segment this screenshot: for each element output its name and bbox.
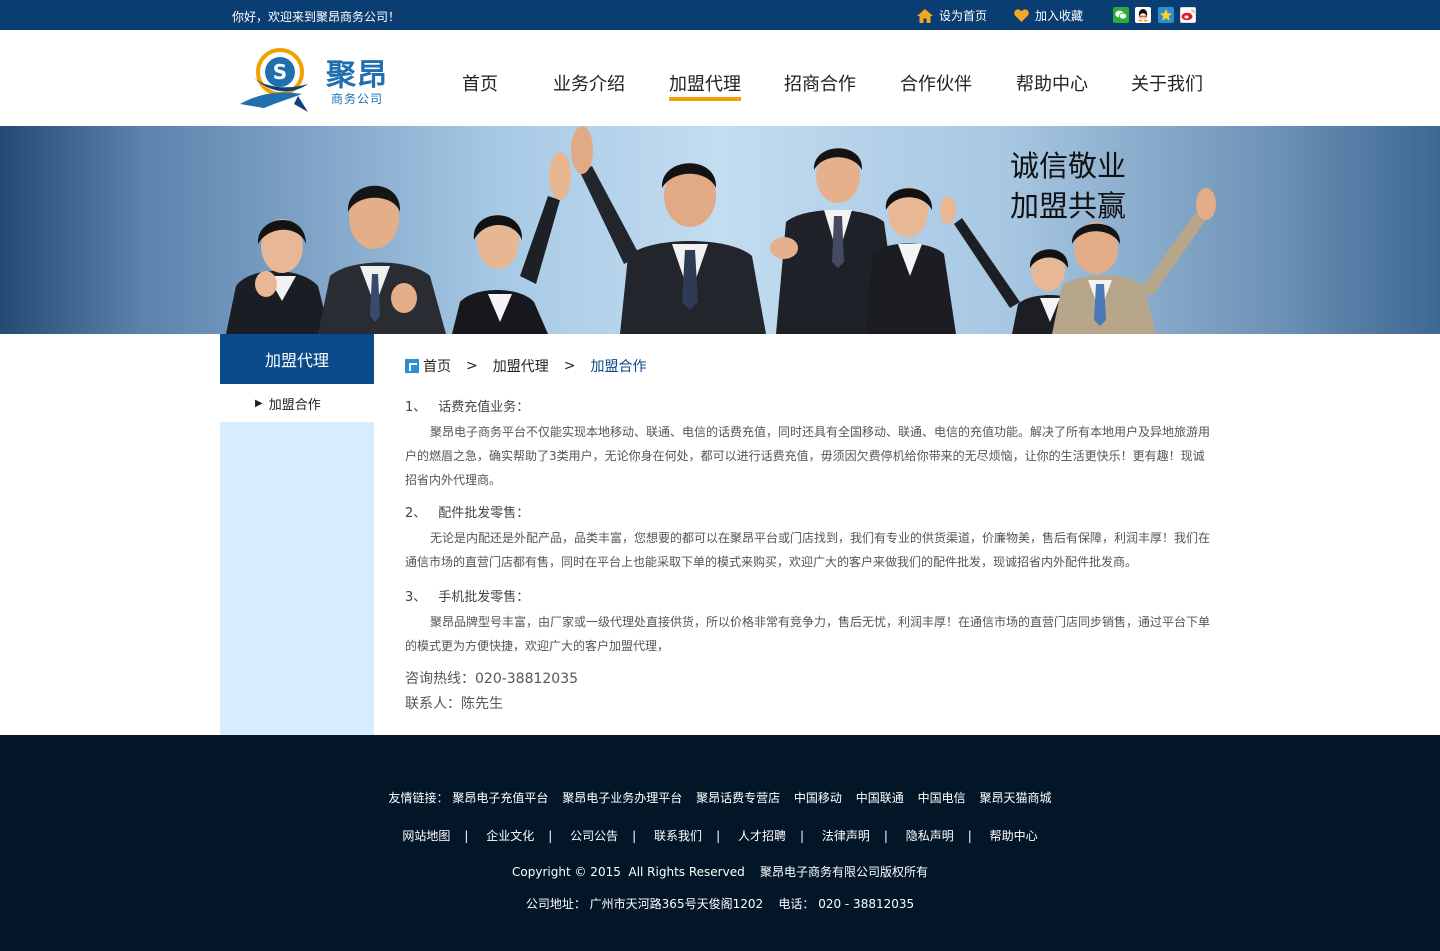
logo-brand-text: 聚昂	[326, 58, 388, 93]
nav-home[interactable]: 首页	[462, 70, 498, 96]
friend-link[interactable]: 聚昂天猫商城	[979, 789, 1051, 806]
qq-icon[interactable]	[1135, 7, 1151, 23]
breadcrumb-separator: >	[466, 358, 478, 374]
footer-link-announcements[interactable]: 公司公告	[570, 827, 618, 844]
set-home-label: 设为首页	[939, 9, 988, 23]
logo-emblem-icon: S	[240, 48, 308, 112]
site-links-row: 网站地图 | 企业文化 | 公司公告 | 联系我们 | 人才招聘 | 法律声明 | 隐私声明…	[0, 827, 1440, 844]
link-separator: |	[716, 829, 721, 843]
copyright-text: Copyright © 2015 All Rights Reserved 聚昂电…	[512, 865, 928, 879]
footer-link-sitemap[interactable]: 网站地图	[402, 827, 450, 844]
hero-banner: 诚信敬业 加盟共赢	[0, 126, 1440, 334]
link-separator: |	[464, 829, 469, 843]
section-number: 1、	[405, 400, 427, 415]
home-icon	[917, 8, 933, 23]
nav-investment[interactable]: 招商合作	[784, 70, 856, 96]
breadcrumb-home-icon	[405, 359, 419, 373]
sidebar-item-franchise-cooperation[interactable]: ▶ 加盟合作	[220, 384, 374, 422]
slogan-line-1: 诚信敬业	[1010, 149, 1127, 183]
hotline-text: 咨询热线：020-38812035	[405, 671, 579, 687]
add-favorite-link[interactable]: 加入收藏	[1014, 7, 1083, 24]
address-text: 公司地址： 广州市天河路365号天俊阁1202 电话： 020 - 388120…	[525, 897, 915, 911]
friend-link[interactable]: 中国移动	[794, 789, 842, 806]
friend-link[interactable]: 中国联通	[856, 789, 904, 806]
add-favorite-label: 加入收藏	[1035, 9, 1084, 23]
friend-link[interactable]: 聚昂电子业务办理平台	[562, 789, 682, 806]
link-separator: |	[548, 829, 553, 843]
left-sidebar: 加盟代理 ▶ 加盟合作	[220, 334, 374, 735]
section-number: 3、	[405, 590, 427, 605]
wechat-icon[interactable]	[1113, 7, 1129, 23]
link-separator: |	[883, 829, 888, 843]
friend-link[interactable]: 聚昂话费专营店	[696, 789, 780, 806]
set-home-link[interactable]: 设为首页	[917, 7, 987, 24]
footer-link-careers[interactable]: 人才招聘	[738, 827, 786, 844]
nav-about[interactable]: 关于我们	[1131, 70, 1203, 96]
breadcrumb-franchise[interactable]: 加盟代理	[493, 356, 549, 376]
breadcrumb-current: 加盟合作	[590, 359, 647, 375]
triangle-right-icon: ▶	[255, 397, 263, 409]
footer-link-privacy[interactable]: 隐私声明	[906, 827, 954, 844]
breadcrumb-separator: >	[563, 358, 576, 374]
business-team-illustration	[226, 126, 1216, 334]
nav-franchise[interactable]: 加盟代理	[669, 70, 741, 101]
company-logo[interactable]: S 聚昂 商务公司	[238, 46, 408, 116]
link-separator: |	[632, 829, 637, 843]
nav-business[interactable]: 业务介绍	[553, 70, 625, 96]
logo-sub-text: 商务公司	[331, 92, 384, 106]
slogan-line-2: 加盟共赢	[1010, 189, 1127, 223]
breadcrumb-home[interactable]: 首页	[423, 356, 451, 376]
section-title: 配件批发零售：	[438, 506, 530, 521]
section-heading: 3、 手机批发零售：	[405, 586, 529, 605]
section-body: 聚昂品牌型号丰富，由厂家或一级代理处直接供货，所以价格非常有竞争力，售后无忧，利…	[405, 615, 1211, 653]
contact-person-text: 联系人：陈先生	[405, 696, 503, 712]
banner-slogan: 诚信敬业 加盟共赢	[1010, 146, 1126, 226]
friend-link[interactable]: 聚昂电子充值平台	[452, 789, 548, 806]
section-number: 2、	[405, 506, 427, 521]
section-heading: 2、 配件批发零售：	[405, 502, 529, 521]
svg-text:S: S	[273, 60, 287, 84]
nav-partners[interactable]: 合作伙伴	[900, 70, 972, 96]
section-body: 聚昂电子商务平台不仅能实现本地移动、联通、电信的话费充值，同时还具有全国移动、联…	[405, 425, 1211, 487]
nav-help[interactable]: 帮助中心	[1016, 70, 1088, 96]
footer-link-culture[interactable]: 企业文化	[486, 827, 534, 844]
friend-links-row: 友情链接： 聚昂电子充值平台 聚昂电子业务办理平台 聚昂话费专营店 中国移动 中…	[0, 789, 1440, 806]
link-separator: |	[799, 829, 804, 843]
breadcrumb: 首页 > 加盟代理 > 加盟合作	[405, 356, 646, 376]
qzone-icon[interactable]	[1158, 7, 1174, 23]
site-header: S 聚昂 商务公司 首页 业务介绍 加盟代理 招商合作 合作伙伴 帮助中心 关于…	[0, 30, 1440, 126]
top-bar: 你好，欢迎来到聚昂商务公司！ 设为首页 加入收藏	[0, 0, 1440, 30]
footer-link-contact[interactable]: 联系我们	[654, 827, 702, 844]
friend-links-label: 友情链接：	[388, 791, 449, 805]
welcome-text: 你好，欢迎来到聚昂商务公司！	[232, 10, 401, 24]
footer-link-help[interactable]: 帮助中心	[990, 827, 1038, 844]
section-body: 无论是内配还是外配产品，品类丰富，您想要的都可以在聚昂平台或门店找到，我们有专业…	[405, 531, 1211, 569]
sidebar-item-label: 加盟合作	[268, 397, 321, 413]
sidebar-title: 加盟代理	[220, 334, 374, 384]
section-title: 话费充值业务：	[438, 400, 530, 415]
site-footer: 友情链接： 聚昂电子充值平台 聚昂电子业务办理平台 聚昂话费专营店 中国移动 中…	[0, 735, 1440, 951]
weibo-icon[interactable]	[1180, 7, 1196, 23]
section-title: 手机批发零售：	[438, 590, 530, 605]
link-separator: |	[967, 829, 972, 843]
footer-link-legal[interactable]: 法律声明	[822, 827, 870, 844]
section-heading: 1、 话费充值业务：	[405, 396, 529, 415]
friend-link[interactable]: 中国电信	[918, 789, 966, 806]
heart-icon	[1014, 9, 1029, 22]
